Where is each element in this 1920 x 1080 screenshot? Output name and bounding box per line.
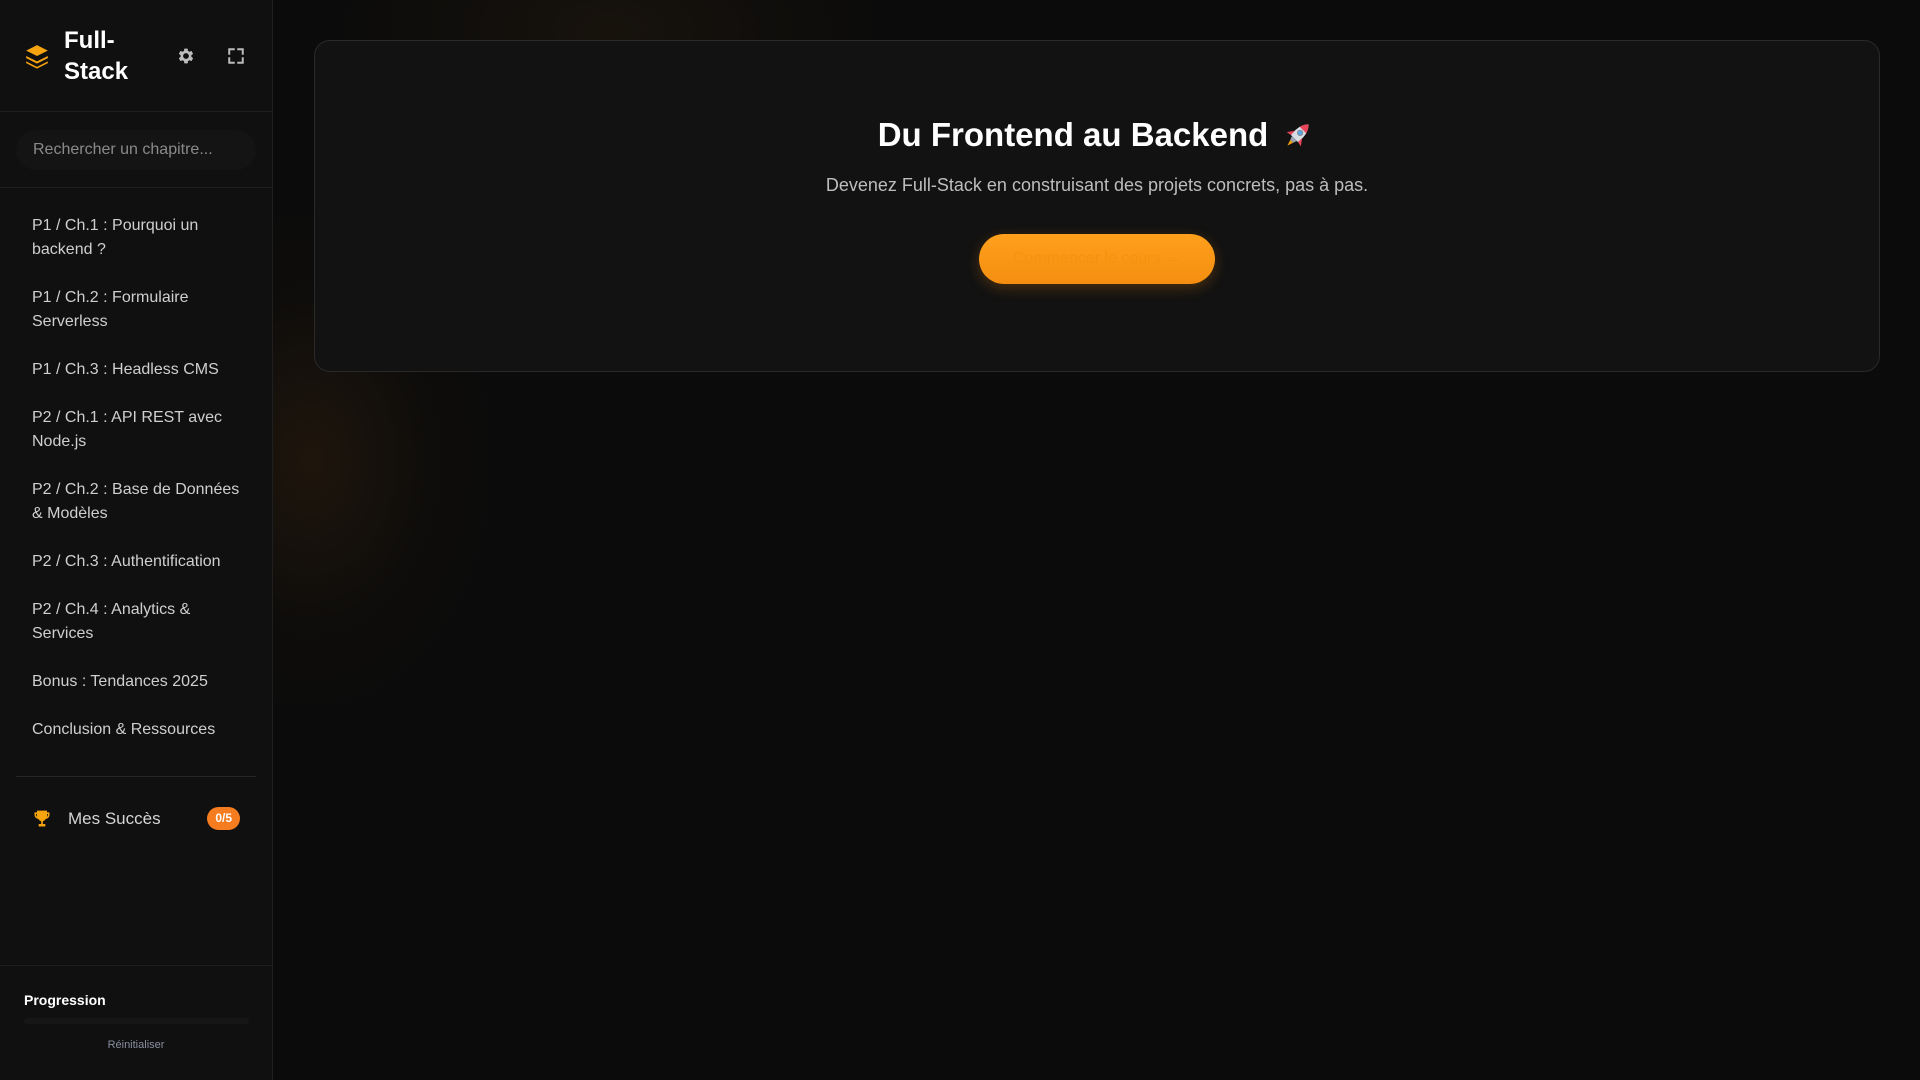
sidebar-item-p1-ch3[interactable]: P1 / Ch.3 : Headless CMS <box>16 348 256 392</box>
app-window: Full-Stack P1 / Ch.1 : Pourquoi un backe… <box>0 0 1920 1080</box>
progress-title: Progression <box>24 992 106 1008</box>
fullscreen-button[interactable] <box>224 43 248 69</box>
sidebar: Full-Stack P1 / Ch.1 : Pourquoi un backe… <box>0 0 273 1080</box>
layers-icon <box>26 44 48 69</box>
progress-section: Progression Réinitialiser <box>0 965 272 1080</box>
app-title: Full-Stack <box>64 26 129 85</box>
hero-card: Du Frontend au Backend Devenez Full-Stac… <box>314 40 1880 372</box>
search-input[interactable] <box>16 129 256 170</box>
main-content: Du Frontend au Backend Devenez Full-Stac… <box>273 0 1920 1080</box>
gear-icon <box>178 48 194 63</box>
sidebar-divider <box>16 776 256 777</box>
sidebar-item-bonus[interactable]: Bonus : Tendances 2025 <box>16 660 256 704</box>
trophy-icon <box>34 810 50 826</box>
sidebar-item-p1-ch1[interactable]: P1 / Ch.1 : Pourquoi un backend ? <box>16 204 256 272</box>
sidebar-item-p2-ch2[interactable]: P2 / Ch.2 : Base de Données & Modèles <box>16 468 256 536</box>
progress-bar <box>24 1018 249 1024</box>
chapter-nav: P1 / Ch.1 : Pourquoi un backend ? P1 / C… <box>0 188 272 756</box>
sidebar-item-p2-ch4[interactable]: P2 / Ch.4 : Analytics & Services <box>16 588 256 656</box>
achievements-label: Mes Succès <box>68 808 161 828</box>
brand[interactable]: Full-Stack <box>24 25 144 87</box>
sidebar-item-p1-ch2[interactable]: P1 / Ch.2 : Formulaire Serverless <box>16 276 256 344</box>
hero-subtitle: Devenez Full-Stack en construisant des p… <box>825 175 1369 195</box>
hero-title: Du Frontend au Backend <box>877 116 1269 153</box>
sidebar-header: Full-Stack <box>0 0 272 112</box>
achievements-count-badge: 0/5 <box>207 807 240 830</box>
reset-button[interactable]: Réinitialiser <box>102 1038 171 1052</box>
hero-title-row: Du Frontend au Backend <box>878 115 1317 155</box>
sidebar-item-p2-ch1[interactable]: P2 / Ch.1 : API REST avec Node.js <box>16 396 256 464</box>
sidebar-item-conclusion[interactable]: Conclusion & Ressources <box>16 708 256 752</box>
rocket-icon <box>1286 124 1309 147</box>
achievements-button[interactable]: Mes Succès 0/5 <box>16 797 256 840</box>
sidebar-item-p2-ch3[interactable]: P2 / Ch.3 : Authentification <box>16 540 256 584</box>
start-course-button[interactable]: Commencer le cours → <box>979 234 1215 284</box>
fullscreen-icon <box>228 47 244 64</box>
settings-button[interactable] <box>174 43 198 69</box>
search-section <box>0 112 272 188</box>
